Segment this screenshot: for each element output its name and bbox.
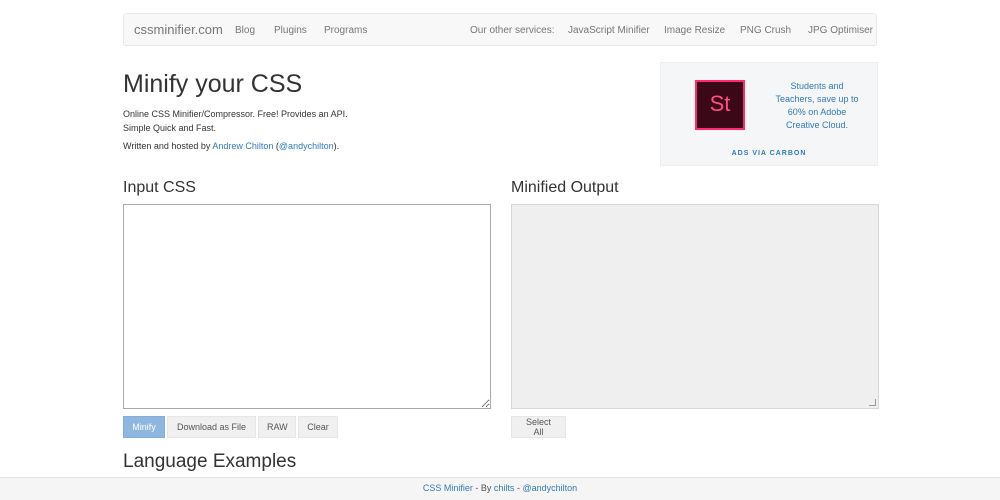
nav-image-resize-link[interactable]: Image Resize bbox=[664, 25, 725, 36]
input-css-heading: Input CSS bbox=[123, 179, 196, 196]
minify-button[interactable]: Minify bbox=[123, 416, 165, 438]
carbon-ad: St Students and Teachers, save up to 60%… bbox=[660, 62, 878, 166]
select-all-button[interactable]: Select All bbox=[511, 416, 566, 438]
author-handle-link[interactable]: @andychilton bbox=[279, 141, 334, 151]
download-as-file-button[interactable]: Download as File bbox=[167, 416, 256, 438]
footer-by-text: - By bbox=[472, 483, 494, 493]
description-line-1: Online CSS Minifier/Compressor. Free! Pr… bbox=[123, 109, 348, 119]
nav-plugins-link[interactable]: Plugins bbox=[274, 25, 307, 36]
page-description: Online CSS Minifier/Compressor. Free! Pr… bbox=[123, 107, 423, 135]
page-title: Minify your CSS bbox=[123, 70, 303, 98]
adobe-stock-logo[interactable]: St bbox=[695, 80, 745, 130]
clear-button[interactable]: Clear bbox=[298, 416, 338, 438]
footer: CSS Minifier - By chilts - @andychilton bbox=[0, 477, 1000, 500]
author-byline: Written and hosted by Andrew Chilton (@a… bbox=[123, 141, 339, 151]
input-css-textarea[interactable] bbox=[123, 204, 491, 409]
minified-output-textarea[interactable] bbox=[511, 204, 879, 409]
byline-close: ). bbox=[333, 141, 340, 151]
language-examples-heading: Language Examples bbox=[123, 451, 297, 472]
description-line-2: Simple Quick and Fast. bbox=[123, 123, 217, 133]
ads-via-carbon-link[interactable]: ADS VIA CARBON bbox=[661, 150, 877, 157]
ad-text-link[interactable]: Students and Teachers, save up to 60% on… bbox=[771, 80, 863, 132]
footer-handle-link[interactable]: @andychilton bbox=[522, 483, 577, 493]
nav-jpg-optimiser-link[interactable]: JPG Optimiser bbox=[808, 25, 873, 36]
nav-programs-link[interactable]: Programs bbox=[324, 25, 367, 36]
services-label: Our other services: bbox=[470, 25, 555, 36]
brand-link[interactable]: cssminifier.com bbox=[134, 22, 223, 37]
navbar: cssminifier.com Blog Plugins Programs Ou… bbox=[123, 13, 877, 46]
minified-output-heading: Minified Output bbox=[511, 179, 619, 196]
byline-prefix: Written and hosted by bbox=[123, 141, 213, 151]
nav-blog-link[interactable]: Blog bbox=[235, 25, 255, 36]
nav-png-crush-link[interactable]: PNG Crush bbox=[740, 25, 791, 36]
footer-author-link[interactable]: chilts bbox=[494, 483, 515, 493]
nav-javascript-minifier-link[interactable]: JavaScript Minifier bbox=[568, 25, 650, 36]
resize-grip-icon[interactable] bbox=[869, 399, 876, 406]
author-link[interactable]: Andrew Chilton bbox=[212, 141, 273, 151]
footer-site-link[interactable]: CSS Minifier bbox=[423, 483, 473, 493]
raw-button[interactable]: RAW bbox=[258, 416, 296, 438]
